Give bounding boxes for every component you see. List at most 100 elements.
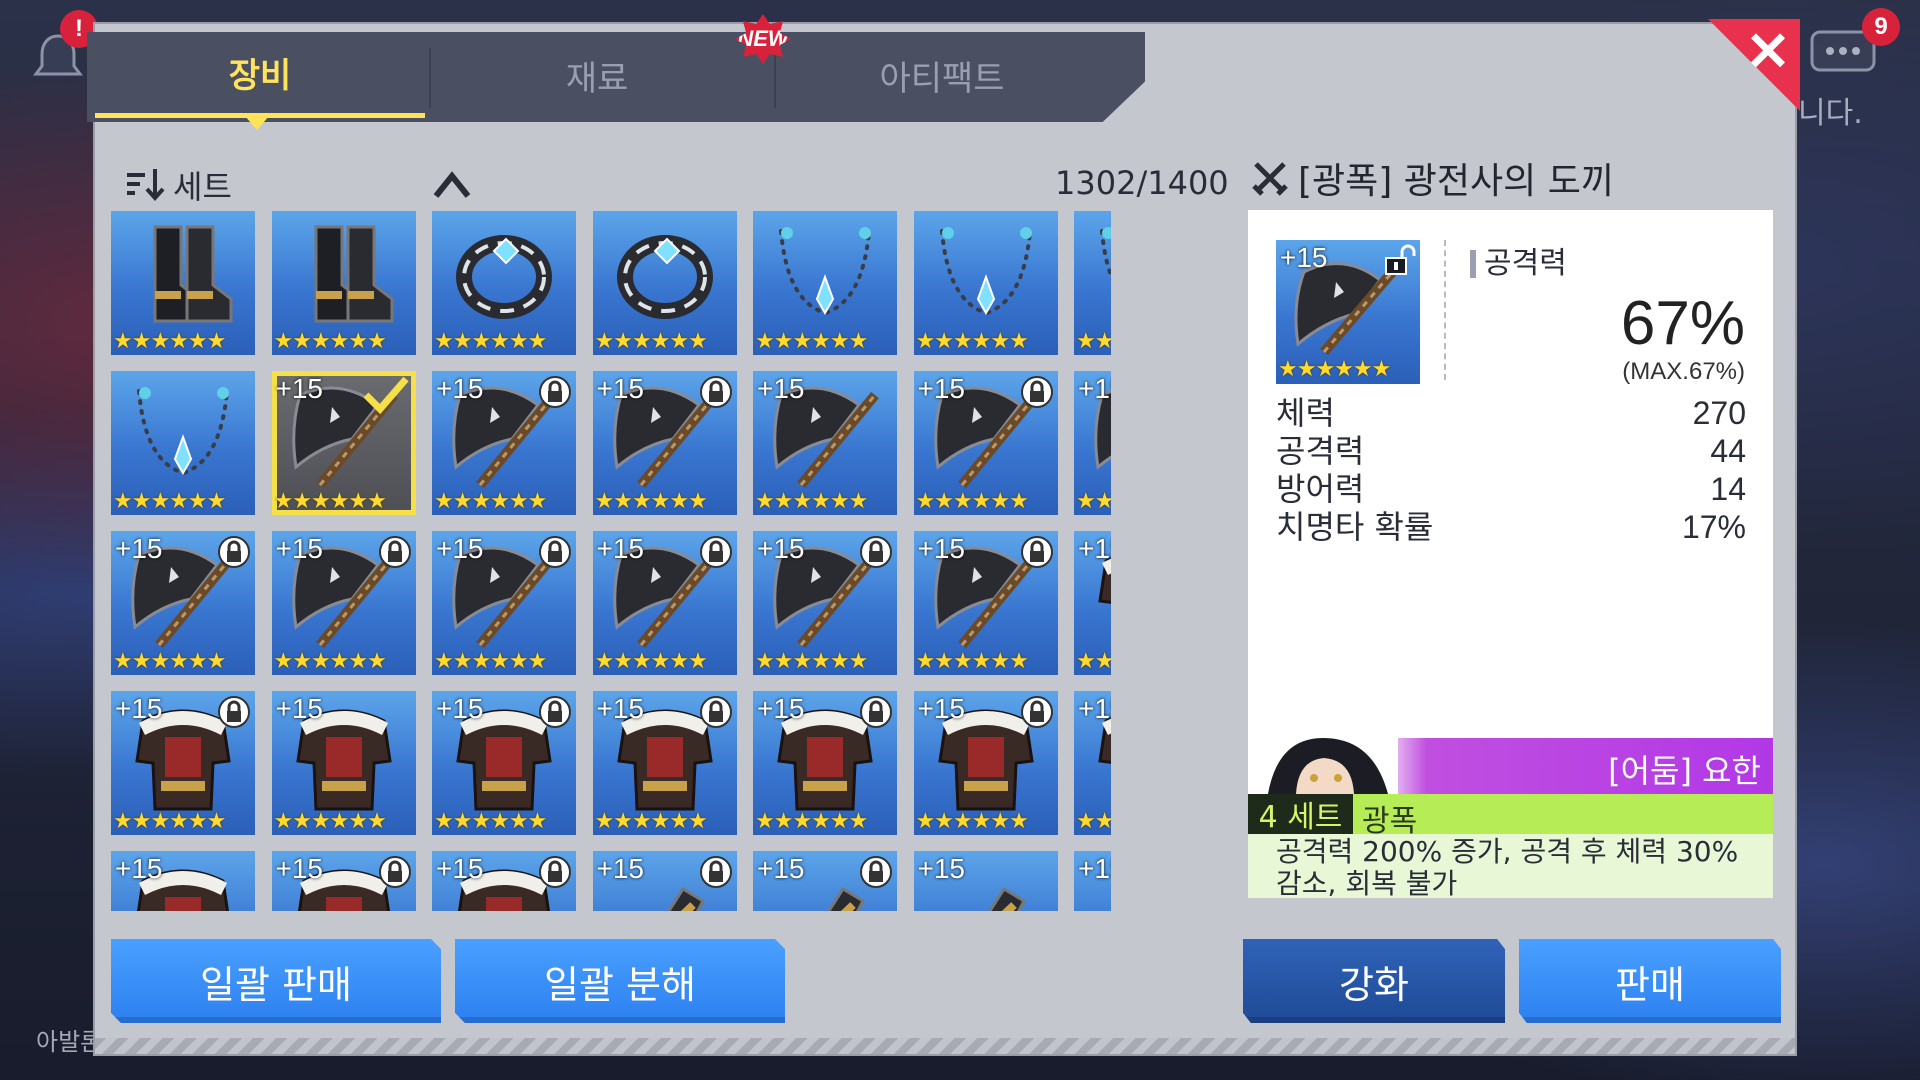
item-slot[interactable]: +15★★★★★★ [271, 531, 416, 675]
item-slot[interactable]: ★★★★★★ [111, 211, 255, 355]
sub-stat-value: 270 [1692, 395, 1746, 431]
item-slot[interactable]: +15★★★★★★ [753, 691, 897, 835]
lock-icon[interactable] [1020, 535, 1054, 569]
item-level: +15 [757, 373, 805, 404]
item-slot[interactable]: ★★★★★★ [111, 371, 255, 515]
equipment-grid: ★★★★★★ ★★★★★★ ★★★★★★ ★★★★★★ ★★★★★★ ★★★★★★ ★★ ★★… [111, 211, 1111, 911]
background-text-left: 아발론 [36, 1028, 103, 1056]
lock-icon[interactable] [217, 695, 251, 729]
lock-icon[interactable] [217, 535, 251, 569]
item-stars: ★★★★★★ [1278, 357, 1391, 382]
item-slot[interactable]: +15★★★★★★ [753, 851, 897, 911]
lock-icon[interactable] [699, 535, 733, 569]
lock-icon[interactable] [699, 855, 733, 889]
lock-icon[interactable] [699, 695, 733, 729]
item-slot[interactable]: +15★★★★★★ [432, 371, 576, 515]
unlock-icon[interactable] [1382, 244, 1416, 278]
bulk-sell-button[interactable]: 일괄 판매 [111, 939, 441, 1023]
lock-icon[interactable] [538, 695, 572, 729]
item-level: +15 [436, 693, 484, 724]
item-stars: ★★★★★★ [1076, 489, 1111, 513]
item-slot[interactable]: +15★★★★★★ [1074, 531, 1111, 675]
item-slot[interactable]: +15★★★★★★ [271, 371, 416, 515]
item-stars: ★★★★★★ [434, 809, 547, 833]
lock-icon[interactable] [859, 855, 893, 889]
item-slot[interactable]: +15★★★★★★ [592, 691, 737, 835]
inventory-panel: 장비 재료 아티팩트 NEW ✕ 세트 1302/1400 ★★★★★★ ★★★★… [87, 14, 1800, 1054]
item-slot[interactable]: +15★★★★★★ [592, 371, 737, 515]
item-stars: ★★★★★★ [1076, 649, 1111, 673]
tab-equipment[interactable]: 장비 [95, 32, 425, 118]
sub-stat-name: 치명타 확률 [1276, 508, 1434, 546]
item-slot[interactable]: ★★★★★★ [1074, 211, 1111, 355]
equipped-hero-bar[interactable]: [어둠] 요한 [1248, 738, 1773, 794]
lock-icon[interactable] [859, 695, 893, 729]
item-stars: ★★★★★★ [755, 649, 868, 673]
item-slot[interactable]: ★★★★★★ [432, 211, 576, 355]
item-level: +15 [436, 533, 484, 564]
item-slot[interactable]: +15★★★★★★ [271, 851, 416, 911]
item-level: +15 [757, 533, 805, 564]
item-slot[interactable]: +15 ★★★★★★ [753, 531, 897, 675]
item-thumbnail: +15 ★★★★★★ [1276, 240, 1420, 384]
item-slot[interactable]: +15 ★★★★★★ [432, 531, 576, 675]
item-slot[interactable]: +15★★★★★★ [913, 691, 1058, 835]
set-description-line: 감소, 회복 불가 [1276, 867, 1458, 900]
item-stars: ★★★★★★ [273, 329, 387, 353]
item-slot[interactable]: +15★★★★★★ [1074, 691, 1111, 835]
item-level: +15 [115, 693, 163, 724]
item-slot[interactable]: +15 ★★★★★★ [432, 691, 576, 835]
item-slot[interactable]: +15★★★★★★ [913, 531, 1058, 675]
item-slot[interactable]: ★★★★★★ [913, 211, 1058, 355]
item-detail-card: +15 ★★★★★★ 공격력 67% (MAX.67%) 체력 270 공격력 44… [1248, 210, 1773, 900]
sort-direction-up-icon[interactable] [430, 164, 474, 204]
item-level: +15 [1280, 242, 1328, 273]
item-stars: ★★★★★★ [434, 649, 547, 673]
lock-icon[interactable] [378, 855, 412, 889]
item-slot[interactable]: +15★★★★★★ [111, 851, 255, 911]
item-slot[interactable]: +15★★★★★★ [592, 851, 737, 911]
main-stat-label: 공격력 [1470, 249, 1567, 279]
item-slot[interactable]: +15★★★★★★ [913, 371, 1058, 515]
lock-icon[interactable] [859, 535, 893, 569]
item-stars: ★★★★★★ [113, 649, 226, 673]
item-level: +15 [436, 853, 484, 884]
lock-icon[interactable] [538, 535, 572, 569]
lock-icon[interactable] [699, 375, 733, 409]
item-stars: ★★★★★★ [594, 809, 708, 833]
item-level: +15 [917, 853, 966, 884]
lock-icon[interactable] [538, 855, 572, 889]
item-slot[interactable]: +15★★★★★★ [111, 691, 255, 835]
item-slot[interactable]: +15★★★★★★ [111, 531, 255, 675]
inventory-count: 1302/1400 [1055, 164, 1229, 202]
close-button[interactable]: ✕ [1708, 19, 1800, 111]
tab-materials[interactable]: 재료 [432, 32, 762, 118]
item-stars: ★★★★★★ [915, 329, 1029, 353]
item-slot[interactable]: ★★★★★★ [271, 211, 416, 355]
item-stars: ★★★★★★ [755, 809, 868, 833]
item-stars: ★★★★★★ [113, 489, 226, 513]
lock-icon[interactable] [538, 375, 572, 409]
lock-icon[interactable] [1020, 695, 1054, 729]
sub-stat-row: 방어력 14 [1276, 470, 1746, 508]
necklace-item-image [779, 227, 871, 316]
sort-button[interactable]: 세트 [125, 162, 232, 208]
lock-icon[interactable] [1020, 375, 1054, 409]
item-slot[interactable]: +15★★★★★★ [913, 851, 1058, 911]
item-slot[interactable]: +15★★★★★★ [432, 851, 576, 911]
item-level: +15 [917, 373, 966, 404]
lock-icon[interactable] [378, 535, 412, 569]
enhance-button[interactable]: 강화 [1243, 939, 1505, 1023]
item-slot[interactable]: ★★★★★★ [753, 211, 897, 355]
item-slot[interactable]: +15★★★★★★ [753, 371, 897, 515]
item-slot[interactable]: +15★★★★★★ [592, 531, 737, 675]
item-slot[interactable]: +15★★★★★★ [1074, 371, 1111, 515]
item-slot[interactable]: ★★★★★★ [592, 211, 737, 355]
item-slot[interactable]: +15★★★★★★ [271, 691, 416, 835]
tab-artifacts[interactable]: 아티팩트 [777, 32, 1107, 118]
boots-item-image [314, 225, 393, 323]
item-slot[interactable]: +15★★★★★★ [1074, 851, 1111, 911]
bulk-dismantle-button[interactable]: 일괄 분해 [455, 939, 785, 1023]
sell-button[interactable]: 판매 [1519, 939, 1781, 1023]
item-title: [광폭] 광전사의 도끼 [1250, 152, 1614, 204]
